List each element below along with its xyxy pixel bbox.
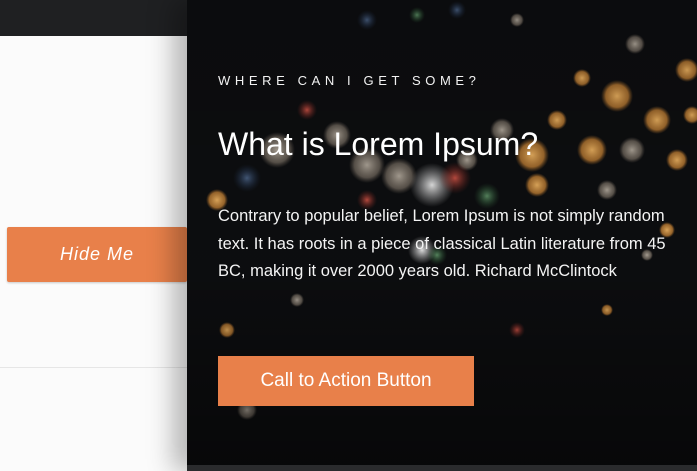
call-to-action-button[interactable]: Call to Action Button [218, 356, 474, 406]
bottom-strip [187, 465, 697, 471]
overlay-body-text: Contrary to popular belief, Lorem Ipsum … [218, 207, 666, 280]
hide-me-button[interactable]: Hide Me [7, 227, 187, 282]
overlay-heading: What is Lorem Ipsum? [218, 126, 539, 162]
overlay-panel: WHERE CAN I GET SOME? What is Lorem Ipsu… [187, 0, 697, 471]
divider [0, 367, 200, 368]
eyebrow-text: WHERE CAN I GET SOME? [218, 73, 481, 88]
